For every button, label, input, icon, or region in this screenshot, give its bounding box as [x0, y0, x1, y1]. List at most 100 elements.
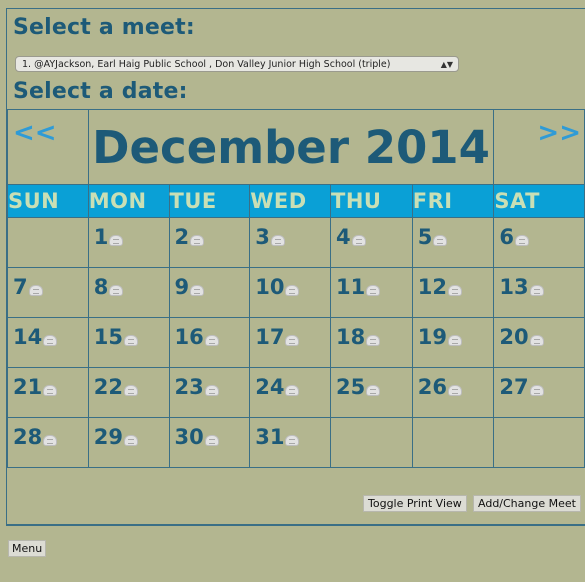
calendar-day-cell[interactable]: 26: [411, 367, 495, 418]
calendar-day-cell[interactable]: 10: [249, 267, 332, 318]
calendar-day-cell[interactable]: 18: [330, 317, 413, 368]
day-number[interactable]: 29: [94, 425, 123, 449]
calendar-event-icon[interactable]: [123, 435, 138, 446]
calendar-event-icon[interactable]: [204, 435, 219, 446]
calendar-event-icon[interactable]: [447, 385, 462, 396]
calendar-day-cell[interactable]: 16: [168, 317, 251, 368]
calendar-day-cell[interactable]: 29: [87, 417, 170, 468]
next-month-link[interactable]: >>: [494, 118, 581, 148]
day-number[interactable]: 22: [94, 375, 123, 399]
day-number[interactable]: 1: [94, 225, 109, 249]
calendar-event-icon[interactable]: [190, 285, 205, 296]
calendar-day-cell[interactable]: 4: [330, 217, 413, 268]
prev-month-link[interactable]: <<: [13, 118, 88, 148]
toggle-print-view-button[interactable]: Toggle Print View: [363, 495, 467, 512]
calendar-event-icon[interactable]: [285, 335, 300, 346]
day-number[interactable]: 24: [255, 375, 284, 399]
day-number[interactable]: 27: [499, 375, 528, 399]
calendar-event-icon[interactable]: [109, 235, 124, 246]
calendar-day-cell[interactable]: 15: [87, 317, 170, 368]
calendar-event-icon[interactable]: [447, 335, 462, 346]
calendar-event-icon[interactable]: [514, 235, 529, 246]
calendar-event-icon[interactable]: [285, 435, 300, 446]
day-number[interactable]: 16: [175, 325, 204, 349]
calendar-event-icon[interactable]: [204, 335, 219, 346]
calendar-day-cell[interactable]: 23: [168, 367, 251, 418]
day-number[interactable]: 5: [418, 225, 433, 249]
calendar-day-cell[interactable]: 1: [87, 217, 170, 268]
day-number[interactable]: 2: [175, 225, 190, 249]
day-number[interactable]: 17: [255, 325, 284, 349]
day-number[interactable]: 19: [418, 325, 447, 349]
meet-select-dropdown[interactable]: 1. @AYJackson, Earl Haig Public School ,…: [15, 56, 459, 72]
calendar-event-icon[interactable]: [270, 235, 285, 246]
day-number[interactable]: 4: [336, 225, 351, 249]
day-number[interactable]: 10: [255, 275, 284, 299]
calendar-event-icon[interactable]: [366, 335, 381, 346]
calendar-day-cell[interactable]: 27: [493, 367, 585, 418]
add-change-meet-button[interactable]: Add/Change Meet: [473, 495, 581, 512]
day-number[interactable]: 8: [94, 275, 109, 299]
calendar-event-icon[interactable]: [285, 285, 300, 296]
day-number[interactable]: 15: [94, 325, 123, 349]
day-number[interactable]: 7: [13, 275, 28, 299]
day-number[interactable]: 18: [336, 325, 365, 349]
calendar-day-cell[interactable]: 2: [168, 217, 251, 268]
calendar-week-row: 7 8 9 10 11 12 13: [7, 267, 585, 318]
calendar-day-cell[interactable]: 9: [168, 267, 251, 318]
calendar-day-cell[interactable]: 22: [87, 367, 170, 418]
menu-button[interactable]: Menu: [8, 540, 47, 557]
day-number[interactable]: 3: [255, 225, 270, 249]
day-number[interactable]: 23: [175, 375, 204, 399]
calendar-day-cell[interactable]: 20: [493, 317, 585, 368]
day-number[interactable]: 11: [336, 275, 365, 299]
day-number[interactable]: 25: [336, 375, 365, 399]
day-number[interactable]: 20: [499, 325, 528, 349]
day-number[interactable]: 13: [499, 275, 528, 299]
calendar-event-icon[interactable]: [28, 285, 43, 296]
calendar-day-cell[interactable]: 7: [7, 267, 89, 318]
calendar-event-icon[interactable]: [109, 285, 124, 296]
calendar-event-icon[interactable]: [529, 335, 544, 346]
day-number[interactable]: 9: [175, 275, 190, 299]
day-number[interactable]: 12: [418, 275, 447, 299]
calendar-day-cell[interactable]: 19: [411, 317, 495, 368]
calendar-day-cell[interactable]: 6: [493, 217, 585, 268]
calendar-event-icon[interactable]: [43, 385, 58, 396]
day-number[interactable]: 6: [499, 225, 514, 249]
calendar-day-cell[interactable]: 14: [7, 317, 89, 368]
calendar-event-icon[interactable]: [529, 385, 544, 396]
calendar-event-icon[interactable]: [190, 235, 205, 246]
calendar-event-icon[interactable]: [366, 385, 381, 396]
calendar-event-icon[interactable]: [123, 385, 138, 396]
calendar-event-icon[interactable]: [43, 435, 58, 446]
calendar-event-icon[interactable]: [123, 335, 138, 346]
calendar-day-cell[interactable]: 31: [249, 417, 332, 468]
calendar-day-cell[interactable]: 13: [493, 267, 585, 318]
day-number[interactable]: 30: [175, 425, 204, 449]
day-number[interactable]: 31: [255, 425, 284, 449]
calendar-event-icon[interactable]: [433, 235, 448, 246]
day-number[interactable]: 21: [13, 375, 42, 399]
calendar-day-cell[interactable]: 5: [411, 217, 495, 268]
day-number[interactable]: 14: [13, 325, 42, 349]
calendar-day-cell[interactable]: 3: [249, 217, 332, 268]
day-number[interactable]: 28: [13, 425, 42, 449]
calendar-event-icon[interactable]: [366, 285, 381, 296]
calendar-day-cell[interactable]: 11: [330, 267, 413, 318]
calendar-day-cell[interactable]: 12: [411, 267, 495, 318]
calendar-day-cell[interactable]: 28: [7, 417, 89, 468]
calendar-day-cell[interactable]: 17: [249, 317, 332, 368]
calendar-day-cell[interactable]: 24: [249, 367, 332, 418]
calendar-day-cell[interactable]: 21: [7, 367, 89, 418]
calendar-day-cell[interactable]: 25: [330, 367, 413, 418]
day-number[interactable]: 26: [418, 375, 447, 399]
calendar-event-icon[interactable]: [351, 235, 366, 246]
calendar-event-icon[interactable]: [285, 385, 300, 396]
calendar-event-icon[interactable]: [43, 335, 58, 346]
calendar-event-icon[interactable]: [529, 285, 544, 296]
calendar-event-icon[interactable]: [447, 285, 462, 296]
calendar-day-cell[interactable]: 30: [168, 417, 251, 468]
calendar-event-icon[interactable]: [204, 385, 219, 396]
calendar-day-cell[interactable]: 8: [87, 267, 170, 318]
